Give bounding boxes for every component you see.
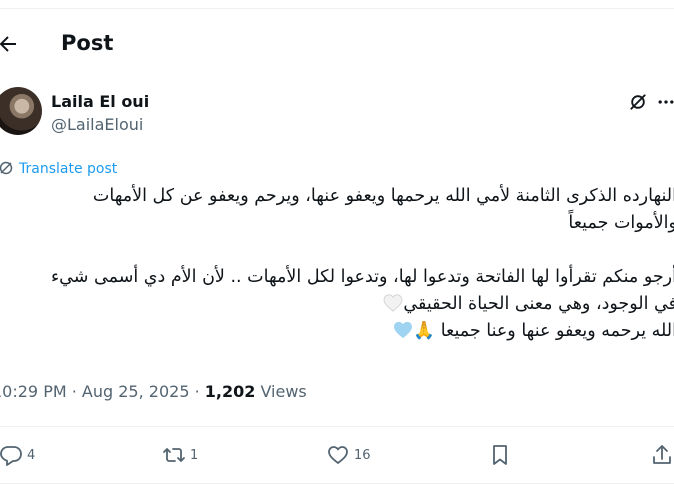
bookmark-icon (493, 445, 507, 465)
share-icon (653, 445, 671, 464)
avatar[interactable] (0, 87, 42, 135)
meta-separator: · (66, 382, 82, 401)
actions-bottom-divider (0, 483, 674, 484)
translate-icon (0, 161, 13, 175)
light-blue-heart-emoji-icon (394, 321, 413, 339)
post-text: النهارده الذكرى الثامنة لأمي الله يرحمها… (0, 183, 674, 345)
meta-separator: · (189, 382, 205, 401)
white-heart-emoji-icon (383, 294, 403, 312)
repost-count: 1 (190, 447, 199, 463)
post-line: الله يرحمه ويعفو عنها وعنا جميعا 🙏 (0, 318, 674, 345)
reply-count: 4 (27, 447, 36, 463)
heart-icon (328, 446, 348, 464)
post-metadata: 10:29 PM · Aug 25, 2025 · 1,202 Views (0, 381, 307, 403)
post-line: النهارده الذكرى الثامنة لأمي الله يرحمها… (92, 186, 674, 206)
post-header: Post (0, 16, 674, 72)
author-handle[interactable]: @LailaEloui (51, 115, 143, 135)
like-button[interactable]: 16 (326, 443, 371, 467)
post-line-text: في الوجود، وهي معنى الحياة الحقيقي (403, 294, 674, 314)
post-line: أرجو منكم تقرأوا لها الفاتحة وتدعوا لها،… (50, 267, 674, 287)
grok-icon[interactable] (628, 92, 648, 112)
post-date[interactable]: Aug 25, 2025 (82, 382, 190, 401)
views-label: Views (255, 382, 307, 401)
page-title: Post (61, 31, 114, 55)
repost-button[interactable]: 1 (162, 443, 198, 467)
more-options-icon[interactable] (656, 92, 674, 112)
action-bar: 4 1 16 (0, 430, 674, 480)
views-count: 1,202 (204, 382, 256, 401)
actions-top-divider (0, 426, 674, 427)
share-button[interactable] (650, 443, 674, 467)
repost-icon (163, 448, 185, 462)
post-time[interactable]: 10:29 PM (0, 382, 67, 401)
top-divider (0, 8, 674, 9)
translate-post-link[interactable]: Translate post (19, 160, 117, 178)
post-line: والأموات جميعاً (568, 213, 674, 233)
reply-icon (0, 446, 22, 466)
author-name[interactable]: Laila El oui (51, 92, 149, 112)
like-count: 16 (354, 447, 371, 463)
back-arrow-icon[interactable] (0, 32, 20, 56)
reply-button[interactable]: 4 (0, 443, 35, 467)
post-line-text: الله يرحمه ويعفو عنها وعنا جميعا 🙏 (413, 321, 674, 341)
bookmark-button[interactable] (488, 443, 512, 467)
post-line: في الوجود، وهي معنى الحياة الحقيقي (0, 291, 674, 318)
